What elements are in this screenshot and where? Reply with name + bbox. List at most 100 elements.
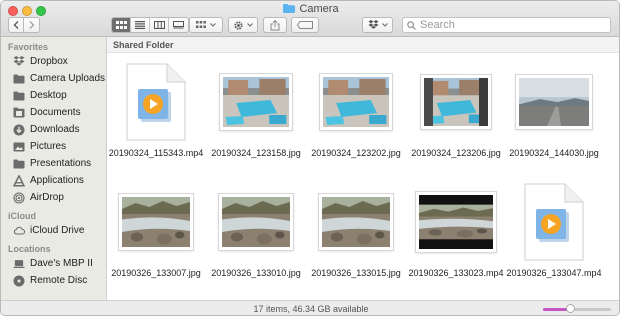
image-thumbnail [207,61,305,143]
share-icon [270,19,280,30]
list-icon [135,21,145,29]
sidebar-item-dave-s-mbp-ii[interactable]: Dave's MBP II [1,255,106,272]
dropbox-icon [13,56,25,68]
chevron-left-icon [13,21,19,29]
file-name: 20190326_133023.mp4 [408,268,504,278]
sidebar-item-label: Camera Uploads [30,73,106,84]
file-name: 20190324_144030.jpg [509,148,599,158]
downloads-icon [13,124,25,136]
file-item[interactable]: 20190326_133015.jpg [307,181,405,278]
file-item[interactable]: 20190324_144030.jpg [505,61,603,158]
sidebar-item-pictures[interactable]: Pictures [1,138,106,155]
sidebar-item-label: Pictures [30,141,67,152]
columns-icon [153,21,165,29]
file-item[interactable]: 20190326_133010.jpg [207,181,305,278]
folder-icon [283,4,296,16]
back-button[interactable] [8,17,24,33]
sidebar-item-downloads[interactable]: Downloads [1,121,106,138]
chevron-right-icon [29,21,34,29]
file-item[interactable]: 20190326_133007.jpg [107,181,205,278]
file-item[interactable]: 20190326_133023.mp4 [407,181,505,278]
file-item[interactable]: 20190324_123158.jpg [207,61,305,158]
sidebar-item-dropbox[interactable]: Dropbox [1,53,106,70]
edit-tags-button[interactable] [291,17,319,33]
file-name: 20190324_123206.jpg [411,148,501,158]
file-name: 20190324_115343.mp4 [108,148,204,158]
status-text: 17 items, 46.34 GB available [253,304,369,314]
folder-icon [13,90,25,102]
sidebar-item-remote-disc[interactable]: Remote Disc [1,272,106,289]
image-thumbnail [307,61,405,143]
sidebar-item-label: Documents [30,107,81,118]
finder-window: Camera Search Favorites Dropbox Camera U… [0,0,620,316]
folder-icon [13,73,25,85]
file-item[interactable]: 20190324_123206.jpg [407,61,505,158]
icon-size-slider[interactable] [543,304,611,313]
window-title: Camera [1,3,619,16]
sidebar: Favorites Dropbox Camera Uploads Desktop Doc… [1,37,107,300]
file-name: 20190324_123202.jpg [311,148,401,158]
disc-icon [13,275,25,287]
icon-view-button[interactable] [112,18,131,32]
sidebar-item-desktop[interactable]: Desktop [1,87,106,104]
image-thumbnail [307,181,405,263]
sidebar-item-label: AirDrop [30,192,64,203]
share-button[interactable] [263,17,287,33]
search-field[interactable]: Search [402,17,611,33]
document-icon [13,107,25,119]
sidebar-item-label: Desktop [30,90,67,101]
tag-icon [297,21,313,29]
video-file-icon [505,181,603,263]
chevron-down-icon [381,23,388,27]
sidebar-item-presentations[interactable]: Presentations [1,155,106,172]
image-thumbnail [407,61,505,143]
status-bar: 17 items, 46.34 GB available [1,300,619,315]
sidebar-section-heading: Favorites [8,42,49,52]
file-name: 20190326_133047.mp4 [506,268,602,278]
list-view-button[interactable] [131,18,150,32]
dropbox-button[interactable] [362,17,393,33]
image-thumbnail [407,181,505,263]
gear-icon [234,20,243,30]
sidebar-item-label: Dave's MBP II [30,258,93,269]
applications-icon [13,174,25,187]
sidebar-item-label: Applications [30,175,84,186]
sidebar-item-icloud-drive[interactable]: iCloud Drive [1,222,106,239]
sidebar-item-airdrop[interactable]: AirDrop [1,189,106,206]
chevron-down-icon [210,23,216,27]
group-button[interactable] [189,17,223,33]
window-title-text: Camera [299,3,339,15]
cloud-icon [13,225,25,237]
column-view-button[interactable] [150,18,169,32]
view-mode-control[interactable] [111,17,189,33]
forward-button[interactable] [24,17,40,33]
airdrop-icon [13,191,25,204]
sidebar-item-applications[interactable]: Applications [1,172,106,189]
gallery-view-button[interactable] [169,18,188,32]
sidebar-item-camera-uploads[interactable]: Camera Uploads [1,70,106,87]
file-name: 20190326_133015.jpg [311,268,401,278]
action-button[interactable] [228,17,258,33]
sidebar-section-heading: Locations [8,244,51,254]
search-placeholder: Search [420,19,455,31]
sidebar-item-label: Presentations [30,158,92,169]
file-item[interactable]: 20190324_115343.mp4 [107,61,205,158]
folder-icon [13,158,25,170]
pictures-icon [13,141,25,153]
dropbox-icon [368,20,378,29]
sidebar-item-label: Downloads [30,124,80,135]
chevron-down-icon [247,23,253,27]
image-thumbnail [207,181,305,263]
image-thumbnail [505,61,603,143]
section-header: Shared Folder [107,37,619,53]
sidebar-item-label: Dropbox [30,56,68,67]
sidebar-section-heading: iCloud [8,211,36,221]
file-name: 20190326_133010.jpg [211,268,301,278]
group-grid-icon [196,21,206,28]
icon-grid-icon [115,21,127,29]
laptop-icon [13,258,25,270]
sidebar-item-label: iCloud Drive [30,225,85,236]
file-item[interactable]: 20190326_133047.mp4 [505,181,603,278]
sidebar-item-documents[interactable]: Documents [1,104,106,121]
file-item[interactable]: 20190324_123202.jpg [307,61,405,158]
